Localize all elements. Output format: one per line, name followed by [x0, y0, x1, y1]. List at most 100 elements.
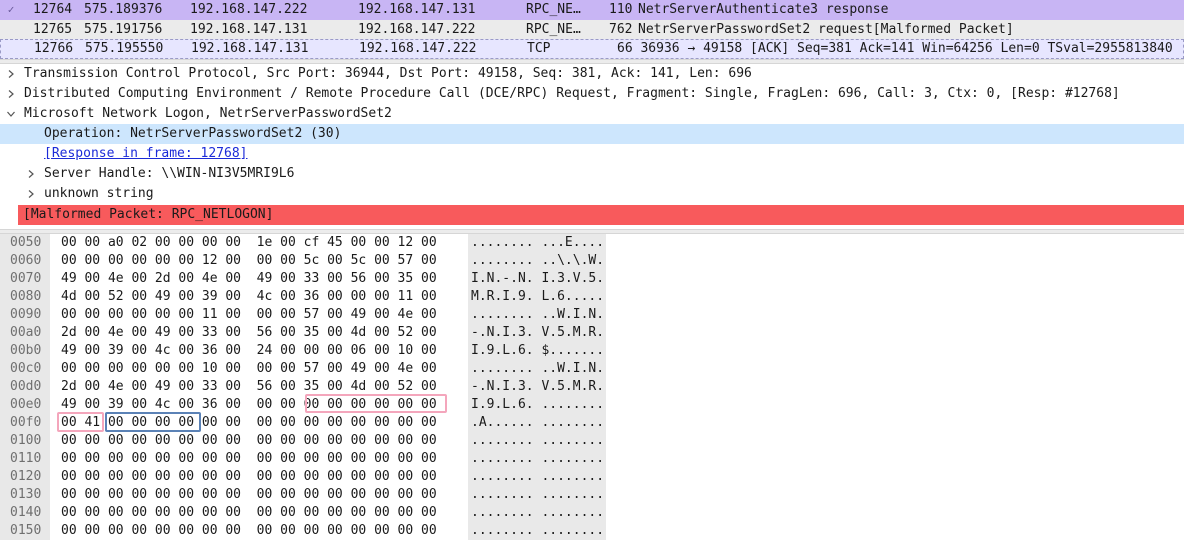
- hex-row[interactable]: 00b0 49 00 39 00 4c 00 36 00 24 00 00 00 …: [0, 342, 1184, 360]
- hex-offset: 00a0: [0, 324, 50, 342]
- hex-ascii[interactable]: ........ ........: [468, 450, 606, 468]
- hex-offset: 0060: [0, 252, 50, 270]
- chevron-right-icon[interactable]: [24, 164, 38, 184]
- hex-ascii[interactable]: ........ ..\.\.W.: [468, 252, 606, 270]
- hex-ascii[interactable]: ........ ........: [468, 432, 606, 450]
- packet-length: 762: [609, 22, 633, 37]
- hex-bytes[interactable]: 00 00 00 00 00 00 12 00 00 00 5c 00 5c 0…: [61, 252, 437, 270]
- hex-row[interactable]: 00d0 2d 00 4e 00 49 00 33 00 56 00 35 00 …: [0, 378, 1184, 396]
- packet-row[interactable]: 12765 575.191756 192.168.147.131 192.168…: [0, 20, 1184, 40]
- chevron-right-icon[interactable]: [24, 184, 38, 204]
- hex-row[interactable]: 0130 00 00 00 00 00 00 00 00 00 00 00 00 …: [0, 486, 1184, 504]
- hex-row[interactable]: 0120 00 00 00 00 00 00 00 00 00 00 00 00 …: [0, 468, 1184, 486]
- hex-offset: 0110: [0, 450, 50, 468]
- related-packet-icon: ✓: [7, 3, 15, 16]
- hex-ascii[interactable]: I.9.L.6. $.......: [468, 342, 606, 360]
- packet-time: 575.189376: [84, 2, 163, 17]
- hex-bytes[interactable]: 4d 00 52 00 49 00 39 00 4c 00 36 00 00 0…: [61, 288, 437, 306]
- packet-number: 12764: [33, 2, 73, 17]
- hex-row[interactable]: 00a0 2d 00 4e 00 49 00 33 00 56 00 35 00 …: [0, 324, 1184, 342]
- chevron-right-icon[interactable]: [4, 84, 18, 104]
- tree-item-label: [Malformed Packet: RPC_NETLOGON]: [23, 207, 274, 222]
- packet-destination: 192.168.147.222: [358, 22, 476, 37]
- hex-offset: 0150: [0, 522, 50, 540]
- hex-ascii[interactable]: ........ ........: [468, 504, 606, 522]
- hex-bytes[interactable]: 00 00 00 00 00 00 00 00 00 00 00 00 00 0…: [61, 504, 437, 522]
- packet-protocol: TCP: [527, 41, 551, 56]
- hex-ascii[interactable]: .A...... ........: [468, 414, 606, 432]
- hex-row[interactable]: 0110 00 00 00 00 00 00 00 00 00 00 00 00 …: [0, 450, 1184, 468]
- hex-bytes[interactable]: 00 00 00 00 00 00 11 00 00 00 57 00 49 0…: [61, 306, 437, 324]
- hex-ascii[interactable]: I.9.L.6. ........: [468, 396, 606, 414]
- hex-offset: 0080: [0, 288, 50, 306]
- byte-highlight-pink: [57, 412, 104, 432]
- hex-ascii[interactable]: -.N.I.3. V.5.M.R.: [468, 378, 606, 396]
- packet-bytes-pane[interactable]: 0050 00 00 a0 02 00 00 00 00 1e 00 cf 45 …: [0, 234, 1184, 540]
- tree-item-unknown-string[interactable]: unknown string: [0, 184, 1184, 204]
- hex-ascii[interactable]: I.N.-.N. I.3.V.5.: [468, 270, 606, 288]
- hex-ascii[interactable]: ........ ...E....: [468, 234, 606, 252]
- hex-ascii[interactable]: ........ ..W.I.N.: [468, 306, 606, 324]
- hex-row[interactable]: 0150 00 00 00 00 00 00 00 00 00 00 00 00 …: [0, 522, 1184, 540]
- hex-bytes[interactable]: 2d 00 4e 00 49 00 33 00 56 00 35 00 4d 0…: [61, 324, 437, 342]
- hex-offset: 00e0: [0, 396, 50, 414]
- hex-offset: 0120: [0, 468, 50, 486]
- hex-ascii[interactable]: -.N.I.3. V.5.M.R.: [468, 324, 606, 342]
- hex-ascii[interactable]: ........ ........: [468, 468, 606, 486]
- hex-row[interactable]: 0050 00 00 a0 02 00 00 00 00 1e 00 cf 45 …: [0, 234, 1184, 252]
- hex-offset: 00f0: [0, 414, 50, 432]
- packet-time: 575.191756: [84, 22, 163, 37]
- tree-item-label: Operation: NetrServerPasswordSet2 (30): [44, 126, 342, 141]
- hex-ascii[interactable]: ........ ........: [468, 522, 606, 540]
- hex-bytes[interactable]: 49 00 4e 00 2d 00 4e 00 49 00 33 00 56 0…: [61, 270, 437, 288]
- hex-bytes[interactable]: 00 00 00 00 00 00 00 00 00 00 00 00 00 0…: [61, 450, 437, 468]
- tree-item-operation[interactable]: Operation: NetrServerPasswordSet2 (30): [0, 124, 1184, 144]
- hex-row[interactable]: 0090 00 00 00 00 00 00 11 00 00 00 57 00 …: [0, 306, 1184, 324]
- response-frame-link[interactable]: [Response in frame: 12768]: [44, 144, 248, 164]
- packet-source: 192.168.147.131: [190, 22, 308, 37]
- packet-number: 12766: [34, 41, 74, 56]
- hex-offset: 00b0: [0, 342, 50, 360]
- hex-bytes[interactable]: 49 00 39 00 4c 00 36 00 24 00 00 00 06 0…: [61, 342, 437, 360]
- hex-bytes[interactable]: 00 00 00 00 00 00 00 00 00 00 00 00 00 0…: [61, 432, 437, 450]
- hex-offset: 0140: [0, 504, 50, 522]
- chevron-down-icon[interactable]: [4, 104, 18, 124]
- packet-source: 192.168.147.222: [190, 2, 308, 17]
- hex-bytes[interactable]: 00 00 00 00 00 00 00 00 00 00 00 00 00 0…: [61, 468, 437, 486]
- hex-ascii[interactable]: ........ ........: [468, 486, 606, 504]
- tree-item-netlogon[interactable]: Microsoft Network Logon, NetrServerPassw…: [0, 104, 1184, 124]
- packet-protocol: RPC_NE…: [526, 2, 581, 17]
- packet-destination: 192.168.147.131: [358, 2, 476, 17]
- hex-row[interactable]: 0140 00 00 00 00 00 00 00 00 00 00 00 00 …: [0, 504, 1184, 522]
- hex-bytes[interactable]: 00 00 a0 02 00 00 00 00 1e 00 cf 45 00 0…: [61, 234, 437, 252]
- hex-row[interactable]: 00c0 00 00 00 00 00 00 10 00 00 00 57 00 …: [0, 360, 1184, 378]
- packet-list: ✓ 12764 575.189376 192.168.147.222 192.1…: [0, 0, 1184, 59]
- hex-offset: 0070: [0, 270, 50, 288]
- tree-item-response-link[interactable]: [Response in frame: 12768]: [0, 144, 1184, 164]
- packet-row[interactable]: ✓ 12764 575.189376 192.168.147.222 192.1…: [0, 0, 1184, 20]
- chevron-right-icon[interactable]: [4, 64, 18, 84]
- hex-row[interactable]: 0100 00 00 00 00 00 00 00 00 00 00 00 00 …: [0, 432, 1184, 450]
- hex-bytes[interactable]: 00 00 00 00 00 00 00 00 00 00 00 00 00 0…: [61, 522, 437, 540]
- hex-offset: 00c0: [0, 360, 50, 378]
- tree-item-dcerpc[interactable]: Distributed Computing Environment / Remo…: [0, 84, 1184, 104]
- tree-item-tcp[interactable]: Transmission Control Protocol, Src Port:…: [0, 64, 1184, 84]
- hex-offset: 0090: [0, 306, 50, 324]
- byte-highlight-blue: [105, 412, 201, 432]
- tree-item-malformed[interactable]: [Malformed Packet: RPC_NETLOGON]: [18, 205, 1184, 225]
- packet-info: 66 36936 → 49158 [ACK] Seq=381 Ack=141 W…: [617, 41, 1173, 56]
- hex-offset: 0100: [0, 432, 50, 450]
- byte-highlight-pink: [305, 394, 447, 413]
- hex-bytes[interactable]: 00 00 00 00 00 00 10 00 00 00 57 00 49 0…: [61, 360, 437, 378]
- hex-row[interactable]: 0060 00 00 00 00 00 00 12 00 00 00 5c 00 …: [0, 252, 1184, 270]
- hex-row[interactable]: 0080 4d 00 52 00 49 00 39 00 4c 00 36 00 …: [0, 288, 1184, 306]
- hex-bytes[interactable]: 00 00 00 00 00 00 00 00 00 00 00 00 00 0…: [61, 486, 437, 504]
- hex-row[interactable]: 0070 49 00 4e 00 2d 00 4e 00 49 00 33 00 …: [0, 270, 1184, 288]
- tree-item-server-handle[interactable]: Server Handle: \\WIN-NI3V5MRI9L6: [0, 164, 1184, 184]
- packet-row-selected[interactable]: 12766 575.195550 192.168.147.131 192.168…: [0, 39, 1184, 59]
- packet-protocol: RPC_NE…: [526, 22, 581, 37]
- hex-ascii[interactable]: ........ ..W.I.N.: [468, 360, 606, 378]
- hex-ascii[interactable]: M.R.I.9. L.6.....: [468, 288, 606, 306]
- tree-item-label: Microsoft Network Logon, NetrServerPassw…: [24, 106, 392, 121]
- packet-details-tree: Transmission Control Protocol, Src Port:…: [0, 64, 1184, 229]
